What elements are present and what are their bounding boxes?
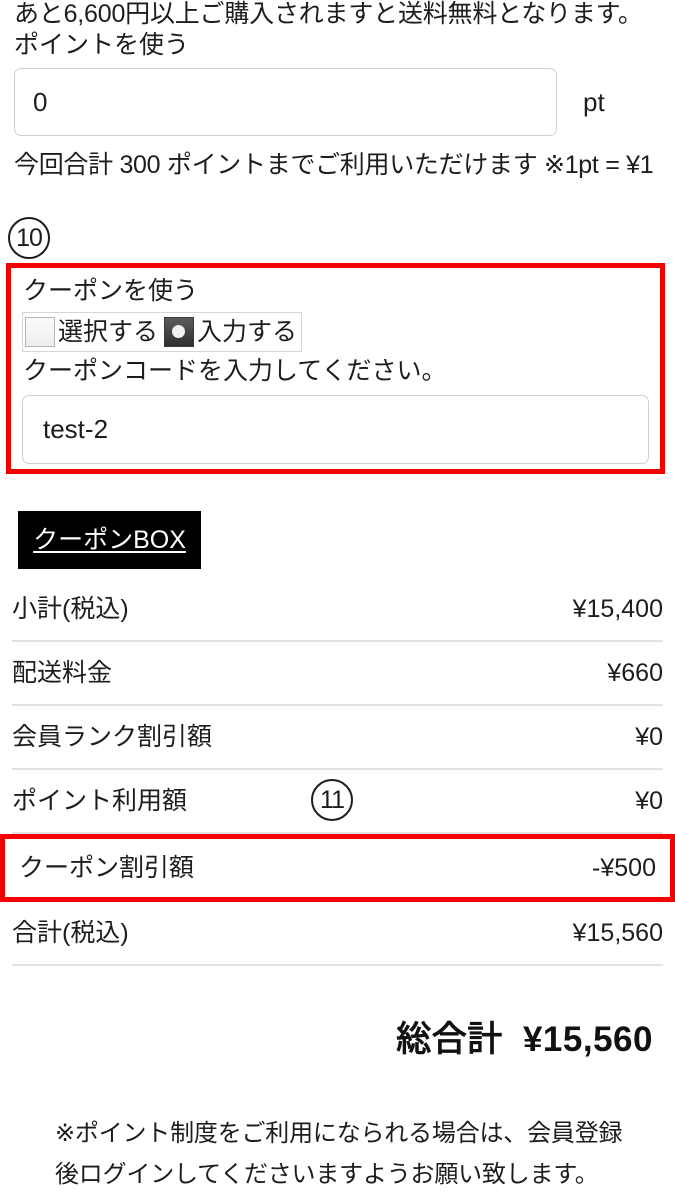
table-row: 配送料金 ¥660: [12, 642, 663, 706]
row-value: ¥0: [635, 787, 663, 815]
coupon-mode-select-option[interactable]: 選択する: [23, 313, 162, 351]
row-value: ¥15,560: [572, 919, 663, 947]
coupon-mode-select-label: 選択する: [58, 318, 159, 346]
annotation-marker-10: 10: [8, 217, 50, 259]
grand-total: 総合計 ¥15,560: [396, 1018, 653, 1062]
grand-total-amount: ¥15,560: [522, 1020, 653, 1059]
annotation-marker-11: 11: [311, 779, 353, 821]
row-value: ¥0: [635, 723, 663, 751]
row-label: 小計(税込): [12, 595, 129, 623]
use-points-label: ポイントを使う: [14, 31, 190, 59]
radio-unselected-icon[interactable]: [25, 317, 55, 347]
table-row: 合計(税込) ¥15,560: [12, 902, 663, 966]
row-label: 配送料金: [12, 659, 113, 687]
coupon-mode-input-label: 入力する: [197, 318, 298, 346]
radio-selected-icon[interactable]: [164, 317, 195, 347]
row-label: 合計(税込): [12, 919, 129, 947]
coupon-box-button[interactable]: クーポンBOX: [18, 511, 201, 569]
points-input[interactable]: [14, 68, 557, 136]
points-unit-label: pt: [583, 87, 605, 117]
coupon-box-button-label: クーポンBOX: [33, 526, 186, 554]
coupon-section: クーポンを使う 選択する 入力する クーポンコードを入力してください。: [6, 263, 665, 474]
grand-total-label: 総合計: [396, 1020, 503, 1059]
table-row: 小計(税込) ¥15,400: [12, 578, 663, 642]
row-label: 会員ランク割引額: [12, 723, 213, 751]
points-input-row: pt: [14, 68, 661, 136]
row-value: ¥15,400: [572, 595, 663, 623]
points-usage-hint: 今回合計 300 ポイントまでご利用いただけます ※1pt = ¥1: [14, 151, 654, 179]
table-row: 会員ランク割引額 ¥0: [12, 706, 663, 770]
coupon-code-prompt: クーポンコードを入力してください。: [23, 357, 447, 385]
checkout-summary-page: あと6,600円以上ご購入されますと送料無料となります。 ポイントを使う pt …: [0, 0, 675, 1200]
row-value: ¥660: [607, 659, 663, 687]
points-membership-note-line1: ※ポイント制度をご利用になられる場合は、会員登録: [55, 1120, 623, 1147]
points-membership-note: ※ポイント制度をご利用になられる場合は、会員登録 後ログインしてくださいますよう…: [55, 1113, 655, 1195]
use-coupon-label: クーポンを使う: [23, 277, 199, 305]
table-row-coupon-discount: クーポン割引額 -¥500: [0, 834, 675, 902]
row-label: ポイント利用額: [12, 787, 188, 815]
coupon-mode-radio-group[interactable]: 選択する 入力する: [22, 312, 303, 352]
order-summary-table: 小計(税込) ¥15,400 配送料金 ¥660 会員ランク割引額 ¥0 ポイン…: [0, 578, 675, 966]
coupon-code-input[interactable]: [22, 395, 649, 464]
coupon-mode-input-option[interactable]: 入力する: [162, 313, 301, 351]
points-membership-note-line2: 後ログインしてくださいますようお願い致します。: [55, 1161, 599, 1188]
row-value: -¥500: [592, 854, 656, 882]
row-label: クーポン割引額: [19, 854, 195, 882]
